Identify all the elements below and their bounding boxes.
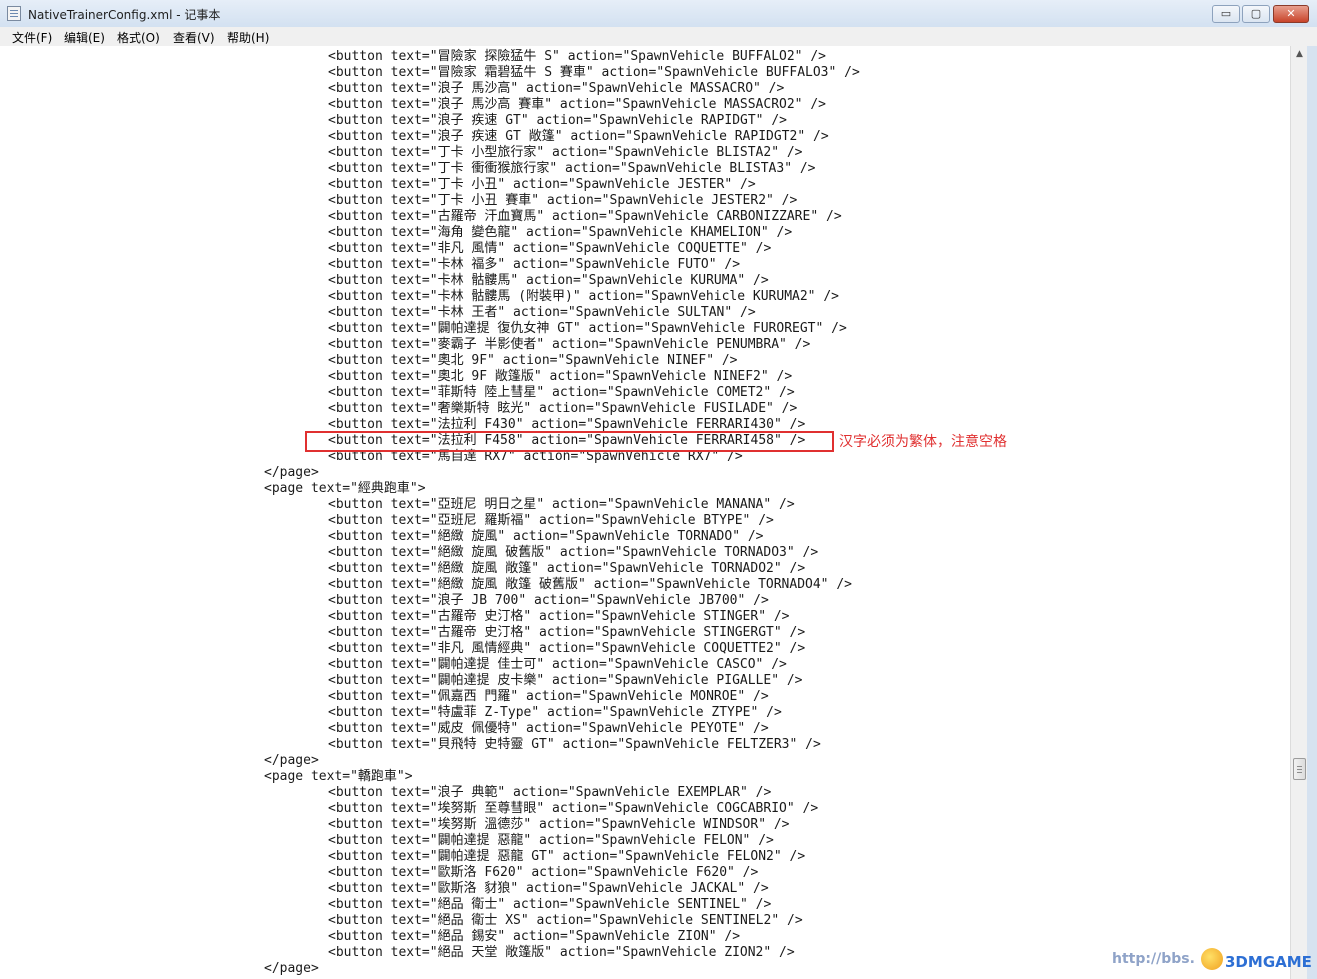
text-line: <button text="絕品 衛士" action="SpawnVehicl…: [328, 897, 772, 912]
menu-help[interactable]: 帮助(H): [227, 29, 269, 46]
text-line: <button text="麥霸子 半影使者" action="SpawnVeh…: [328, 337, 811, 352]
title-bar: NativeTrainerConfig.xml - 记事本 ▭ ▢ ✕: [0, 0, 1317, 28]
window-title: NativeTrainerConfig.xml - 记事本: [28, 8, 221, 22]
menu-file[interactable]: 文件(F): [12, 29, 52, 46]
scroll-up-arrow-icon[interactable]: ▲: [1291, 46, 1308, 63]
text-line: <button text="浪子 馬沙高 賽車" action="SpawnVe…: [328, 97, 826, 112]
text-line: <button text="絕緻 旋風 敞篷 破舊版" action="Spaw…: [328, 577, 852, 592]
text-line: <button text="埃努斯 至尊彗眼" action="SpawnVeh…: [328, 801, 819, 816]
minimize-button[interactable]: ▭: [1212, 5, 1240, 23]
window-border: [1307, 46, 1317, 979]
text-line: <button text="卡林 骷髏馬" action="SpawnVehic…: [328, 273, 769, 288]
text-line: <button text="歐斯洛 F620" action="SpawnVeh…: [328, 865, 759, 880]
text-line: <button text="海角 變色龍" action="SpawnVehic…: [328, 225, 793, 240]
text-line: <button text="丁卡 衝衝猴旅行家" action="SpawnVe…: [328, 161, 816, 176]
text-line: <button text="丁卡 小丑 賽車" action="SpawnVeh…: [328, 193, 798, 208]
text-line: <button text="闢帕達提 佳士可" action="SpawnVeh…: [328, 657, 787, 672]
text-line: <button text="闢帕達提 惡龍 GT" action="SpawnV…: [328, 849, 806, 864]
notepad-icon: [7, 6, 21, 21]
text-line: </page>: [264, 465, 319, 480]
text-line: <button text="亞班尼 明日之星" action="SpawnVeh…: [328, 497, 795, 512]
text-line: <button text="絕品 衛士 XS" action="SpawnVeh…: [328, 913, 803, 928]
text-line: <button text="非凡 風情經典" action="SpawnVehi…: [328, 641, 806, 656]
menu-edit[interactable]: 编辑(E): [64, 29, 105, 46]
menu-view[interactable]: 查看(V): [173, 29, 215, 46]
text-line: <button text="浪子 JB 700" action="SpawnVe…: [328, 593, 769, 608]
text-line: <button text="菲斯特 陸上彗星" action="SpawnVeh…: [328, 385, 795, 400]
text-line: <button text="古羅帝 汗血寶馬" action="SpawnVeh…: [328, 209, 842, 224]
text-line: <button text="古羅帝 史汀格" action="SpawnVehi…: [328, 609, 790, 624]
text-line: </page>: [264, 753, 319, 768]
text-line: <button text="浪子 馬沙高" action="SpawnVehic…: [328, 81, 785, 96]
text-line: <button text="冒險家 探險猛牛 S" action="SpawnV…: [328, 49, 826, 64]
text-line: <button text="闢帕達提 惡龍" action="SpawnVehi…: [328, 833, 774, 848]
text-line: <page text="經典跑車">: [264, 481, 426, 496]
text-line: <button text="丁卡 小型旅行家" action="SpawnVeh…: [328, 145, 803, 160]
watermark-brand: 3DMGAME: [1225, 953, 1312, 971]
text-line: <button text="佩嘉西 門羅" action="SpawnVehic…: [328, 689, 769, 704]
text-line: <button text="浪子 典範" action="SpawnVehicl…: [328, 785, 772, 800]
text-line: <button text="浪子 疾速 GT" action="SpawnVeh…: [328, 113, 787, 128]
text-line: <button text="絕緻 旋風 敞篷" action="SpawnVeh…: [328, 561, 806, 576]
text-line: <button text="特盧菲 Z-Type" action="SpawnV…: [328, 705, 782, 720]
text-line: <button text="絕品 天堂 敞篷版" action="SpawnVe…: [328, 945, 795, 960]
text-line: </page>: [264, 961, 319, 976]
text-line: <button text="冒險家 霜碧猛牛 S 賽車" action="Spa…: [328, 65, 860, 80]
text-line: <button text="威皮 佩優特" action="SpawnVehic…: [328, 721, 769, 736]
text-editor[interactable]: <button text="冒險家 探險猛牛 S" action="SpawnV…: [0, 46, 1290, 979]
text-line: <button text="闢帕達提 復仇女神 GT" action="Spaw…: [328, 321, 847, 336]
menu-format[interactable]: 格式(O): [117, 29, 160, 46]
text-line: <button text="卡林 王者" action="SpawnVehicl…: [328, 305, 756, 320]
text-line: <button text="歐斯洛 豺狼" action="SpawnVehic…: [328, 881, 769, 896]
text-line: <button text="奢樂斯特 眩光" action="SpawnVehi…: [328, 401, 798, 416]
watermark-logo-icon: [1201, 948, 1223, 970]
vertical-scrollbar[interactable]: ▲: [1290, 46, 1308, 979]
close-button[interactable]: ✕: [1273, 5, 1309, 23]
text-line: <button text="丁卡 小丑" action="SpawnVehicl…: [328, 177, 756, 192]
scroll-thumb[interactable]: [1293, 758, 1306, 780]
text-line: <button text="奧北 9F 敞篷版" action="SpawnVe…: [328, 369, 793, 384]
text-line: <button text="闢帕達提 皮卡樂" action="SpawnVeh…: [328, 673, 803, 688]
menu-bar: 文件(F) 编辑(E) 格式(O) 查看(V) 帮助(H): [0, 27, 1317, 47]
text-line: <button text="浪子 疾速 GT 敞篷" action="Spawn…: [328, 129, 829, 144]
text-line: <button text="卡林 福多" action="SpawnVehicl…: [328, 257, 741, 272]
annotation-note: 汉字必须为繁体，注意空格: [839, 434, 1007, 450]
text-line: <button text="絕品 錫安" action="SpawnVehicl…: [328, 929, 741, 944]
highlight-box: [305, 431, 834, 452]
text-line: <button text="卡林 骷髏馬 (附裝甲)" action="Spaw…: [328, 289, 839, 304]
watermark-url: http://bbs.: [1112, 951, 1195, 967]
text-line: <button text="亞班尼 羅斯福" action="SpawnVehi…: [328, 513, 774, 528]
text-line: <button text="絕緻 旋風" action="SpawnVehicl…: [328, 529, 764, 544]
text-line: <button text="絕緻 旋風 破舊版" action="SpawnVe…: [328, 545, 819, 560]
text-line: <button text="非凡 風情" action="SpawnVehicl…: [328, 241, 772, 256]
text-line: <page text="轎跑車">: [264, 769, 413, 784]
text-line: <button text="埃努斯 溫德莎" action="SpawnVehi…: [328, 817, 790, 832]
maximize-button[interactable]: ▢: [1242, 5, 1270, 23]
text-line: <button text="古羅帝 史汀格" action="SpawnVehi…: [328, 625, 806, 640]
text-line: <button text="奧北 9F" action="SpawnVehicl…: [328, 353, 738, 368]
text-line: <button text="貝飛特 史特靈 GT" action="SpawnV…: [328, 737, 821, 752]
